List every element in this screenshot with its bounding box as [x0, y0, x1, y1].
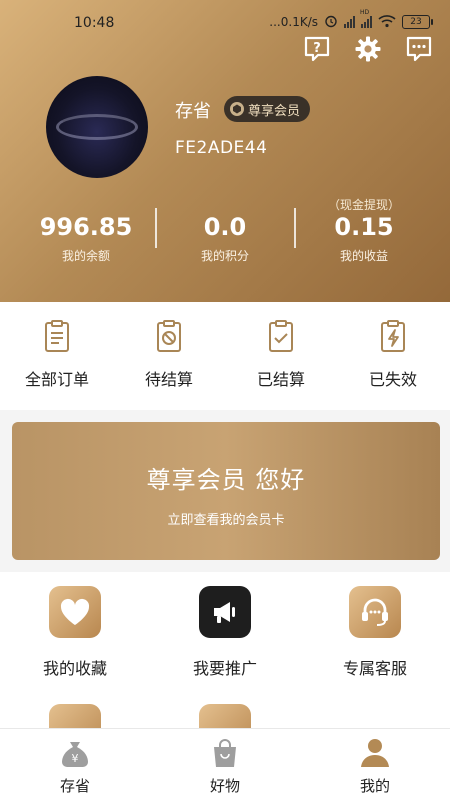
battery-icon: 23: [402, 15, 433, 29]
nav-goods[interactable]: 好物: [150, 735, 300, 796]
service-label: 我要推广: [192, 659, 257, 678]
stat-note: （现金提现）: [327, 198, 400, 212]
profile-header: 10:48 ...0.1K/s HD 23 ? 存省 尊享会员 FE2ADE44…: [0, 0, 450, 302]
stat-points[interactable]: 0.0 我的积分: [155, 196, 295, 264]
stat-label: 我的积分: [200, 249, 249, 263]
order-pending[interactable]: 待结算: [113, 320, 225, 390]
headset-icon: [349, 586, 401, 638]
status-time: 10:48: [74, 15, 115, 31]
partial-service-icon: [49, 704, 101, 728]
money-bag-icon: ¥: [57, 735, 93, 771]
svg-text:¥: ¥: [72, 752, 79, 765]
stat-value: 996.85: [39, 213, 133, 241]
service-promote[interactable]: 我要推广: [150, 586, 300, 679]
vip-badge[interactable]: 尊享会员: [224, 96, 311, 122]
avatar[interactable]: [46, 76, 148, 178]
stat-note: [16, 196, 156, 210]
nav-label: 好物: [209, 777, 240, 795]
service-partial-2[interactable]: [150, 704, 300, 728]
status-right: ...0.1K/s HD 23: [269, 9, 433, 31]
header-actions: ?: [302, 34, 434, 64]
invalid-icon: [376, 320, 410, 354]
all-orders-icon: [40, 320, 74, 354]
alarm-icon: [324, 14, 338, 31]
nav-save[interactable]: ¥ 存省: [0, 735, 150, 796]
stat-value: 0.0: [203, 213, 247, 241]
settled-icon: [264, 320, 298, 354]
order-status-row: 全部订单 待结算 已结算 已失效: [0, 302, 450, 410]
help-icon[interactable]: ?: [302, 34, 332, 64]
nav-label: 我的: [359, 777, 390, 795]
order-label: 已结算: [256, 370, 305, 389]
order-label: 已失效: [368, 370, 417, 389]
user-id: FE2ADE44: [175, 138, 268, 158]
stat-earnings[interactable]: （现金提现） 0.15 我的收益: [294, 196, 434, 264]
stat-note: [155, 196, 295, 210]
message-icon[interactable]: [404, 34, 434, 64]
signal-hd-icon: HD: [360, 9, 372, 28]
services-grid: 我的收藏 我要推广 专属客服: [0, 572, 450, 728]
service-label: 我的收藏: [42, 659, 107, 678]
username: 存省: [175, 101, 211, 122]
heart-icon: [49, 586, 101, 638]
stat-label: 我的收益: [339, 249, 388, 263]
member-card-title: 尊享会员 您好: [146, 466, 306, 494]
service-favorites[interactable]: 我的收藏: [0, 586, 150, 679]
svg-text:?: ?: [313, 41, 321, 56]
stat-balance[interactable]: 996.85 我的余额: [16, 196, 156, 264]
stat-value: 0.15: [334, 213, 394, 241]
account-stats: 996.85 我的余额 0.0 我的积分 （现金提现） 0.15 我的收益: [16, 196, 434, 276]
shopping-bag-icon: [207, 735, 243, 771]
hd-label: HD: [360, 9, 370, 16]
person-icon: [357, 735, 393, 771]
nav-mine[interactable]: 我的: [300, 735, 450, 796]
order-invalid[interactable]: 已失效: [337, 320, 449, 390]
stat-label: 我的余额: [61, 249, 110, 263]
partial-service-icon: [199, 704, 251, 728]
vip-icon: [230, 102, 244, 116]
megaphone-icon: [199, 586, 251, 638]
pending-icon: [152, 320, 186, 354]
service-partial-1[interactable]: [0, 704, 150, 728]
bottom-nav: ¥ 存省 好物 我的: [0, 728, 450, 800]
member-card-banner[interactable]: 尊享会员 您好 立即查看我的会员卡: [12, 422, 440, 560]
order-label: 全部订单: [24, 370, 89, 389]
order-settled[interactable]: 已结算: [225, 320, 337, 390]
member-card-subtitle: 立即查看我的会员卡: [167, 513, 285, 528]
net-speed: ...0.1K/s: [269, 15, 318, 29]
wifi-icon: [378, 14, 396, 31]
settings-icon[interactable]: [353, 34, 383, 64]
vip-badge-label: 尊享会员: [248, 103, 301, 119]
order-label: 待结算: [144, 370, 193, 389]
service-label: 专属客服: [342, 659, 407, 678]
service-support[interactable]: 专属客服: [300, 586, 450, 679]
nav-label: 存省: [59, 777, 90, 795]
signal-icon: [344, 16, 355, 28]
order-all[interactable]: 全部订单: [1, 320, 113, 390]
